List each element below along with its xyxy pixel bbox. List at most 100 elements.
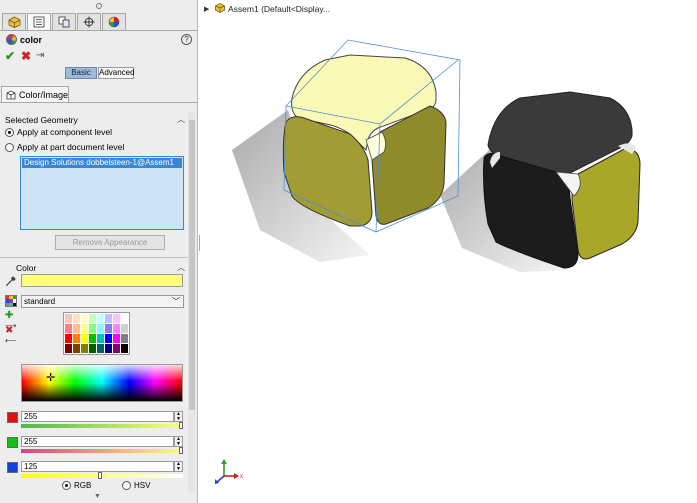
blue-value-field[interactable]: 125 — [21, 461, 174, 472]
current-color-swatch[interactable] — [21, 274, 183, 287]
green-slider-thumb[interactable] — [179, 447, 183, 454]
advanced-mode-button[interactable]: Advanced — [98, 67, 135, 79]
dimxpert-tab[interactable] — [77, 13, 101, 30]
color-swatch-cell[interactable] — [89, 314, 96, 323]
radio-button[interactable] — [5, 142, 14, 152]
add-swatch-icon[interactable]: ✚ ⟶ — [5, 311, 18, 331]
color-spectrum-picker[interactable]: ✛ — [21, 364, 183, 402]
configuration-manager-tab[interactable] — [52, 13, 76, 30]
blue-channel-icon — [7, 462, 18, 473]
blue-slider-thumb[interactable] — [98, 472, 103, 479]
color-swatch-cell[interactable] — [65, 334, 72, 343]
color-swatch-cell[interactable] — [73, 344, 80, 353]
green-spinner[interactable]: ▲ ▼ — [174, 436, 183, 447]
color-swatch-cell[interactable] — [97, 314, 104, 323]
model-scene[interactable] — [200, 0, 697, 503]
color-swatch-cell[interactable] — [113, 344, 120, 353]
eyedropper-icon[interactable] — [5, 275, 17, 287]
left-die[interactable] — [282, 54, 447, 227]
color-swatch-cell[interactable] — [113, 314, 120, 323]
chevron-down-icon[interactable]: ﹀ — [172, 296, 180, 307]
feature-manager-tab[interactable] — [2, 13, 26, 30]
color-swatch-cell[interactable] — [73, 334, 80, 343]
palette-dropdown-value: standard — [24, 297, 56, 306]
display-manager-tab[interactable] — [102, 13, 126, 30]
property-manager-tab[interactable] — [27, 13, 51, 30]
hsv-mode-radio[interactable]: HSV — [122, 481, 150, 490]
selected-geometry-header[interactable]: Selected Geometry — [5, 115, 78, 125]
radio-button-selected[interactable] — [62, 481, 71, 490]
red-slider[interactable] — [21, 422, 183, 429]
apply-component-level-radio[interactable]: Apply at component level — [5, 127, 112, 137]
color-swatch-cell[interactable] — [113, 334, 120, 343]
color-swatch-cell[interactable] — [97, 344, 104, 353]
color-image-tab-label: Color/Image — [18, 89, 68, 100]
chevron-up-icon[interactable]: ︿ — [177, 114, 185, 125]
color-swatch-cell[interactable] — [121, 324, 128, 333]
selected-entities-list[interactable]: Design Solutions dobbelsteen-1@Assem1 — [20, 156, 184, 230]
cancel-x-icon[interactable]: ✖ — [21, 49, 31, 63]
color-swatch-cell[interactable] — [89, 324, 96, 333]
pushpin-icon[interactable]: ⇥ — [36, 50, 44, 61]
color-swatch-cell[interactable] — [105, 314, 112, 323]
color-swatch-cell[interactable] — [65, 344, 72, 353]
color-swatch-cell[interactable] — [105, 324, 112, 333]
radio-button-selected[interactable] — [5, 127, 14, 137]
red-spinner[interactable]: ▲ ▼ — [174, 411, 183, 422]
color-swatch-cell[interactable] — [97, 334, 104, 343]
red-slider-thumb[interactable] — [179, 422, 183, 429]
color-swatch-cell[interactable] — [105, 344, 112, 353]
green-value-field[interactable]: 255 — [21, 436, 174, 447]
basic-mode-button[interactable]: Basic — [65, 67, 97, 79]
axis-triad-icon: x — [215, 459, 243, 484]
red-value-field[interactable]: 255 — [21, 411, 174, 422]
sub-tab-divider — [0, 102, 197, 103]
scrollbar-thumb[interactable] — [189, 120, 195, 410]
tabs-divider — [0, 30, 197, 31]
chevron-down-icon[interactable]: ▼ — [94, 493, 101, 500]
graphics-area[interactable]: ▶ Assem1 (Default<Display... x — [200, 0, 697, 503]
palette-dropdown[interactable]: standard ﹀ — [21, 295, 184, 308]
remove-appearance-button[interactable]: Remove Appearance — [55, 235, 165, 250]
color-swatch-cell[interactable] — [73, 324, 80, 333]
green-slider[interactable] — [21, 447, 183, 454]
ok-checkmark-icon[interactable]: ✔ — [5, 49, 15, 63]
right-die[interactable] — [483, 91, 641, 269]
color-swatch-cell[interactable] — [81, 324, 88, 333]
manager-tabs — [2, 13, 127, 30]
color-swatch-cell[interactable] — [121, 314, 128, 323]
color-image-tab[interactable]: Color/Image — [1, 86, 69, 102]
blue-slider[interactable] — [21, 472, 183, 479]
remove-swatch-icon[interactable]: ✖ ⟵ — [5, 326, 18, 346]
chevron-up-icon[interactable]: ︿ — [177, 262, 185, 273]
blue-spinner[interactable]: ▲ ▼ — [174, 461, 183, 472]
rgb-mode-radio[interactable]: RGB — [62, 481, 91, 490]
color-swatch-cell[interactable] — [81, 334, 88, 343]
flyout-tree-label[interactable]: Assem1 (Default<Display... — [228, 4, 330, 14]
color-image-icon — [6, 90, 16, 99]
color-swatch-cell[interactable] — [89, 344, 96, 353]
color-swatch-cell[interactable] — [81, 344, 88, 353]
color-swatch-cell[interactable] — [65, 314, 72, 323]
list-item[interactable]: Design Solutions dobbelsteen-1@Assem1 — [22, 158, 182, 168]
color-swatch-cell[interactable] — [65, 324, 72, 333]
color-swatch-cell[interactable] — [97, 324, 104, 333]
color-swatch-cell[interactable] — [89, 334, 96, 343]
property-manager-panel: color ? ✔ ✖ ⇥ Basic Advanced Color/Image… — [0, 0, 198, 503]
feature-tree-icon — [8, 16, 20, 28]
color-swatch-cell[interactable] — [105, 334, 112, 343]
color-swatch-cell[interactable] — [113, 324, 120, 333]
color-swatch-cell[interactable] — [73, 314, 80, 323]
radio-button[interactable] — [122, 481, 131, 490]
panel-collapse-handle[interactable] — [96, 3, 102, 9]
panel-scrollbar[interactable] — [188, 112, 196, 493]
color-swatch-cell[interactable] — [81, 314, 88, 323]
chevron-right-icon[interactable]: ▶ — [204, 5, 209, 13]
help-icon[interactable]: ? — [181, 34, 192, 45]
apply-part-level-radio[interactable]: Apply at part document level — [5, 142, 124, 152]
color-swatch-cell[interactable] — [121, 334, 128, 343]
color-section-header[interactable]: Color — [16, 263, 36, 273]
crosshair-cursor-icon: ✛ — [46, 372, 56, 384]
color-swatch-cell[interactable] — [121, 344, 128, 353]
hsv-label: HSV — [134, 481, 151, 490]
